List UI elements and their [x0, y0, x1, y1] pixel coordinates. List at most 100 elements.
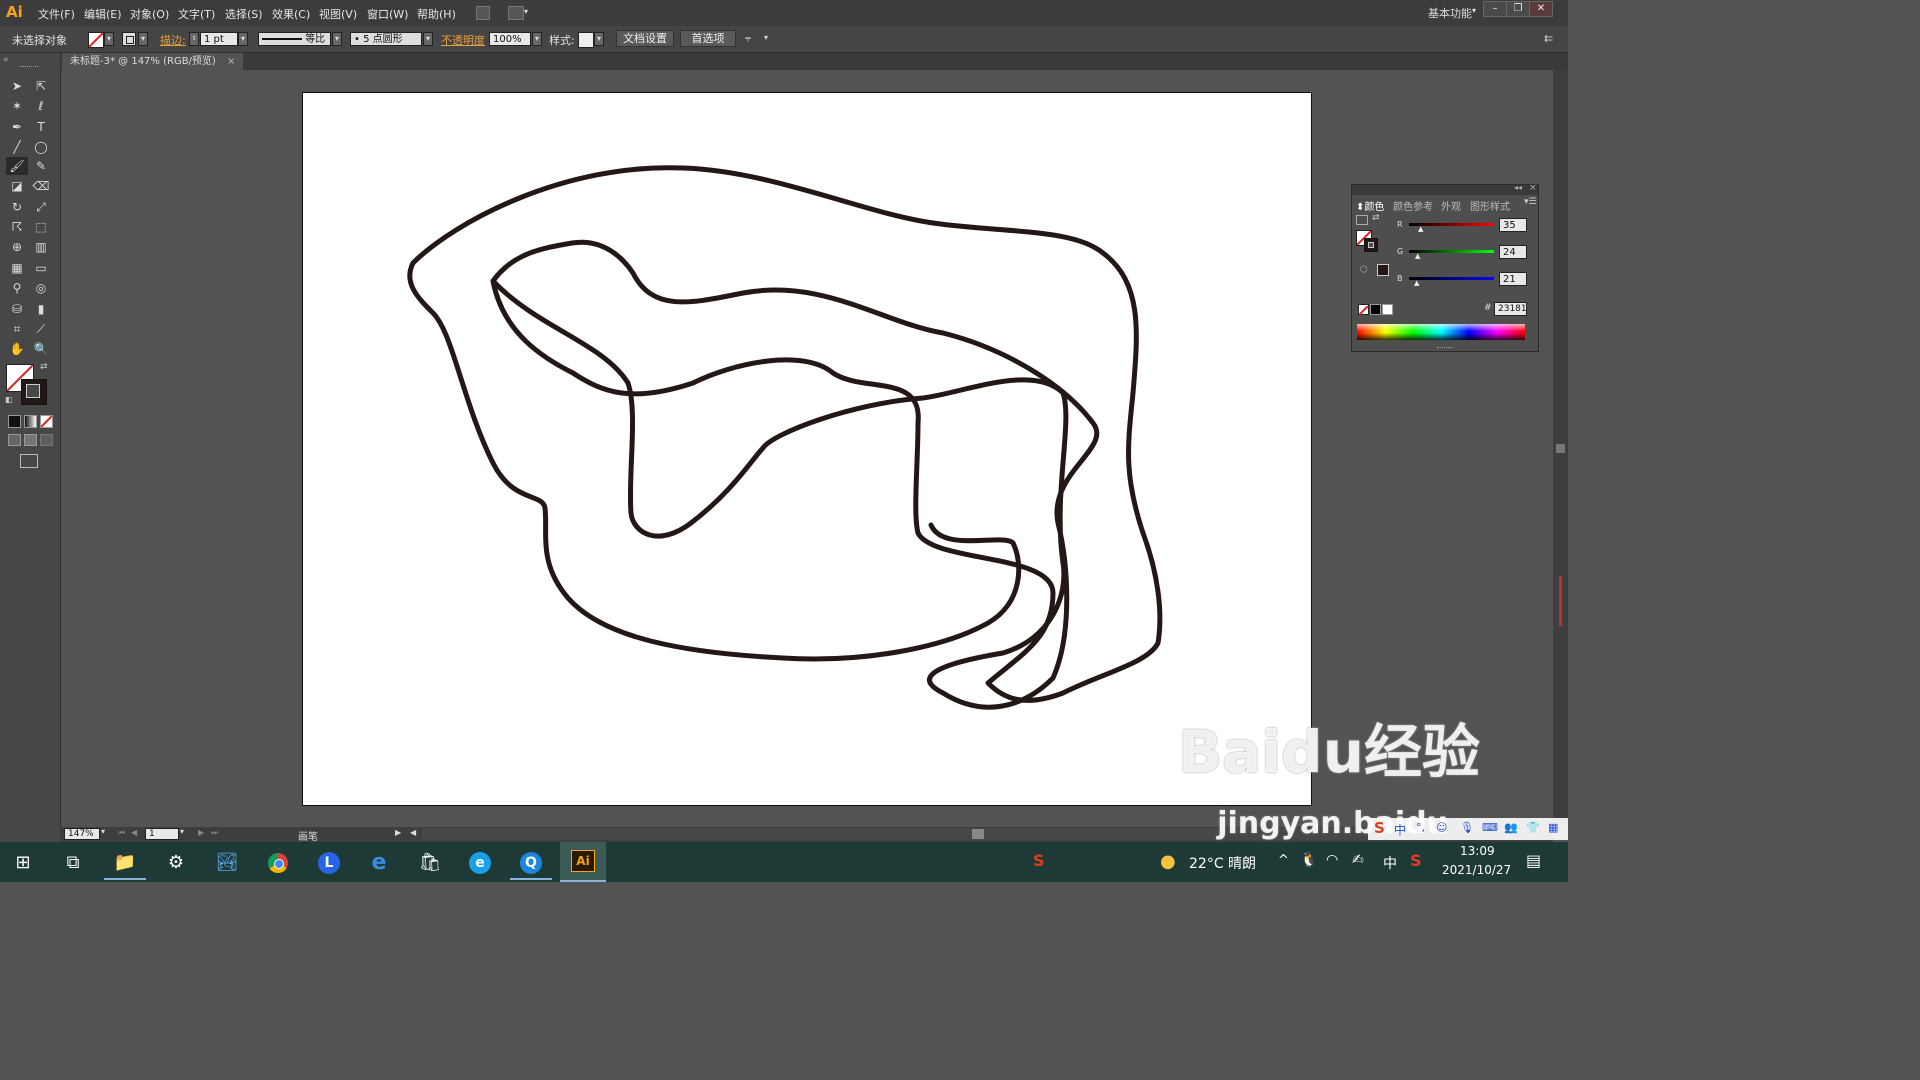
toolbar-collapse-icon[interactable]: « — [3, 55, 9, 65]
menu-effect[interactable]: 效果(C) — [272, 6, 310, 22]
status-menu-icon[interactable]: ▶ — [395, 828, 401, 837]
r-value-field[interactable]: 35 — [1499, 218, 1527, 232]
magic-wand-tool-icon[interactable]: ✶ — [8, 97, 26, 115]
arrange-dropdown-icon[interactable]: ▾ — [524, 7, 528, 16]
weather-sun-icon[interactable]: ● — [1160, 851, 1176, 872]
next-page-icon[interactable]: ▶ — [198, 828, 204, 837]
style-dropdown[interactable]: ▾ — [594, 32, 604, 46]
close-window-icon[interactable]: ✕ — [1529, 1, 1553, 17]
blend-tool-icon[interactable]: ◎ — [32, 279, 50, 297]
ie-icon[interactable]: e — [358, 846, 400, 880]
browser-e-icon[interactable]: e — [459, 846, 501, 880]
nearest-color-swatch[interactable] — [1377, 264, 1389, 276]
pen-tray-icon[interactable]: ✍ — [1352, 852, 1364, 868]
file-explorer-icon[interactable]: 📁 — [104, 846, 146, 880]
zoom-field[interactable]: 147% — [64, 828, 100, 840]
clock-time[interactable]: 13:09 — [1460, 844, 1495, 858]
prev-page-icon[interactable]: ◀ — [131, 828, 137, 837]
photos-icon[interactable]: 🏞 — [206, 846, 248, 880]
brush-definition[interactable]: • 5 点圆形 — [350, 32, 422, 46]
profile-dropdown[interactable]: ▾ — [332, 32, 342, 46]
restore-icon[interactable]: ❐ — [1506, 1, 1530, 17]
ime-voice-icon[interactable]: 🎙 — [1460, 821, 1474, 834]
pencil-tool-icon[interactable]: ✎ — [32, 157, 50, 175]
l-app-icon[interactable]: L — [308, 846, 350, 880]
chrome-icon[interactable] — [257, 846, 299, 880]
swap-fill-stroke-icon[interactable]: ⇄ — [40, 362, 48, 372]
network-icon[interactable]: ◠ — [1326, 852, 1338, 868]
ime-toolbox-icon[interactable]: ▦ — [1548, 821, 1558, 834]
sogou-tray-icon-2[interactable]: S — [1410, 851, 1422, 870]
gradient-tool-icon[interactable]: ▭ — [32, 259, 50, 277]
draw-normal-icon[interactable] — [8, 434, 21, 446]
hscroll-left-icon[interactable]: ◀ — [410, 828, 416, 837]
graphic-style-swatch[interactable] — [578, 32, 594, 48]
last-page-icon[interactable]: ⏭ — [211, 828, 218, 838]
illustrator-taskbar-icon[interactable]: Ai — [560, 842, 606, 882]
ime-mode-icon[interactable]: 中 — [1394, 821, 1406, 838]
ellipse-tool-icon[interactable]: ◯ — [32, 138, 50, 156]
store-icon[interactable]: 🛍 — [409, 846, 451, 880]
blob-brush-tool-icon[interactable]: ◪ — [8, 177, 26, 195]
vertical-scroll-thumb[interactable] — [1556, 444, 1565, 453]
preferences-button[interactable]: 首选项 — [680, 30, 736, 47]
rotate-tool-icon[interactable]: ↻ — [8, 198, 26, 216]
panel-resize-grip[interactable] — [1437, 347, 1453, 350]
hand-tool-icon[interactable]: ✋ — [8, 340, 26, 358]
black-swatch[interactable] — [1370, 304, 1381, 315]
drawing-canvas[interactable] — [303, 93, 1313, 807]
lower-stroke-path[interactable] — [407, 260, 1022, 662]
menu-view[interactable]: 视图(V) — [319, 6, 357, 22]
brush-dropdown[interactable]: ▾ — [423, 32, 433, 46]
perspective-grid-tool-icon[interactable]: ▥ — [32, 238, 50, 256]
control-bar-menu-icon[interactable]: ⇇ — [1544, 32, 1553, 45]
r-slider-thumb-icon[interactable]: ▲ — [1418, 225, 1423, 233]
column-graph-tool-icon[interactable]: ▮ — [32, 300, 50, 318]
task-view-icon[interactable]: ⧉ — [52, 846, 94, 880]
stroke-swatch[interactable] — [122, 32, 136, 46]
document-tab-close-icon[interactable]: × — [227, 56, 235, 67]
symbol-sprayer-tool-icon[interactable]: ⛁ — [8, 300, 26, 318]
panel-stroke-box[interactable] — [1364, 238, 1378, 252]
b-value-field[interactable]: 21 — [1499, 272, 1527, 286]
line-tool-icon[interactable]: ╱ — [8, 138, 26, 156]
horizontal-scroll-thumb[interactable] — [972, 829, 984, 839]
eyedropper-tool-icon[interactable]: ⚲ — [8, 279, 26, 297]
tray-overflow-icon[interactable]: ^ — [1278, 853, 1289, 868]
color-spectrum[interactable] — [1357, 324, 1525, 340]
menu-type[interactable]: 文字(T) — [178, 6, 215, 22]
notification-icon[interactable]: ▤ — [1526, 851, 1541, 870]
first-page-icon[interactable]: ⏮ — [118, 828, 125, 838]
out-of-gamut-cube-icon[interactable]: ⬡ — [1360, 265, 1368, 275]
start-windows-icon[interactable]: ⊞ — [2, 846, 44, 880]
brush-stroke-path[interactable] — [490, 239, 1100, 710]
mini-default-icon[interactable] — [1356, 215, 1368, 225]
draw-behind-icon[interactable] — [24, 434, 37, 446]
document-tab[interactable]: 未标题-3* @ 147% (RGB/预览) × — [62, 53, 244, 70]
fill-dropdown[interactable]: ▾ — [104, 32, 114, 46]
zoom-tool-icon[interactable]: 🔍 — [32, 340, 50, 358]
stroke-weight-field[interactable]: 1 pt — [200, 32, 238, 46]
minimize-icon[interactable]: – — [1483, 1, 1507, 17]
vertical-scrollbar[interactable] — [1553, 70, 1568, 827]
settings-gear-icon[interactable]: ⚙ — [155, 846, 197, 880]
none-mode-icon[interactable] — [40, 415, 53, 428]
align-icon[interactable]: ⫧ — [745, 32, 751, 46]
align-dropdown-icon[interactable]: ▾ — [764, 33, 768, 42]
screen-mode-icon[interactable] — [20, 454, 38, 468]
qq-tray-icon[interactable]: 🐧 — [1300, 852, 1317, 868]
mini-swap-icon[interactable]: ⇄ — [1372, 213, 1380, 223]
stroke-stepper[interactable]: ⇕ — [189, 32, 199, 46]
opacity-field[interactable]: 100% — [489, 32, 531, 46]
ime-emoji-icon[interactable]: ☺ — [1436, 821, 1447, 834]
white-swatch[interactable] — [1382, 304, 1393, 315]
color-panel-header[interactable]: ◂◂ × — [1352, 183, 1538, 195]
arrange-documents-icon[interactable] — [508, 6, 524, 20]
workspace-switcher[interactable]: 基本功能 — [1428, 5, 1472, 21]
gradient-mode-icon[interactable] — [24, 415, 37, 428]
search-app-icon[interactable]: Q — [510, 846, 552, 880]
pen-tool-icon[interactable]: ✒ — [8, 118, 26, 136]
menu-file[interactable]: 文件(F) — [38, 6, 75, 22]
opacity-label[interactable]: 不透明度 — [441, 32, 485, 48]
opacity-dropdown[interactable]: ▾ — [532, 32, 542, 46]
